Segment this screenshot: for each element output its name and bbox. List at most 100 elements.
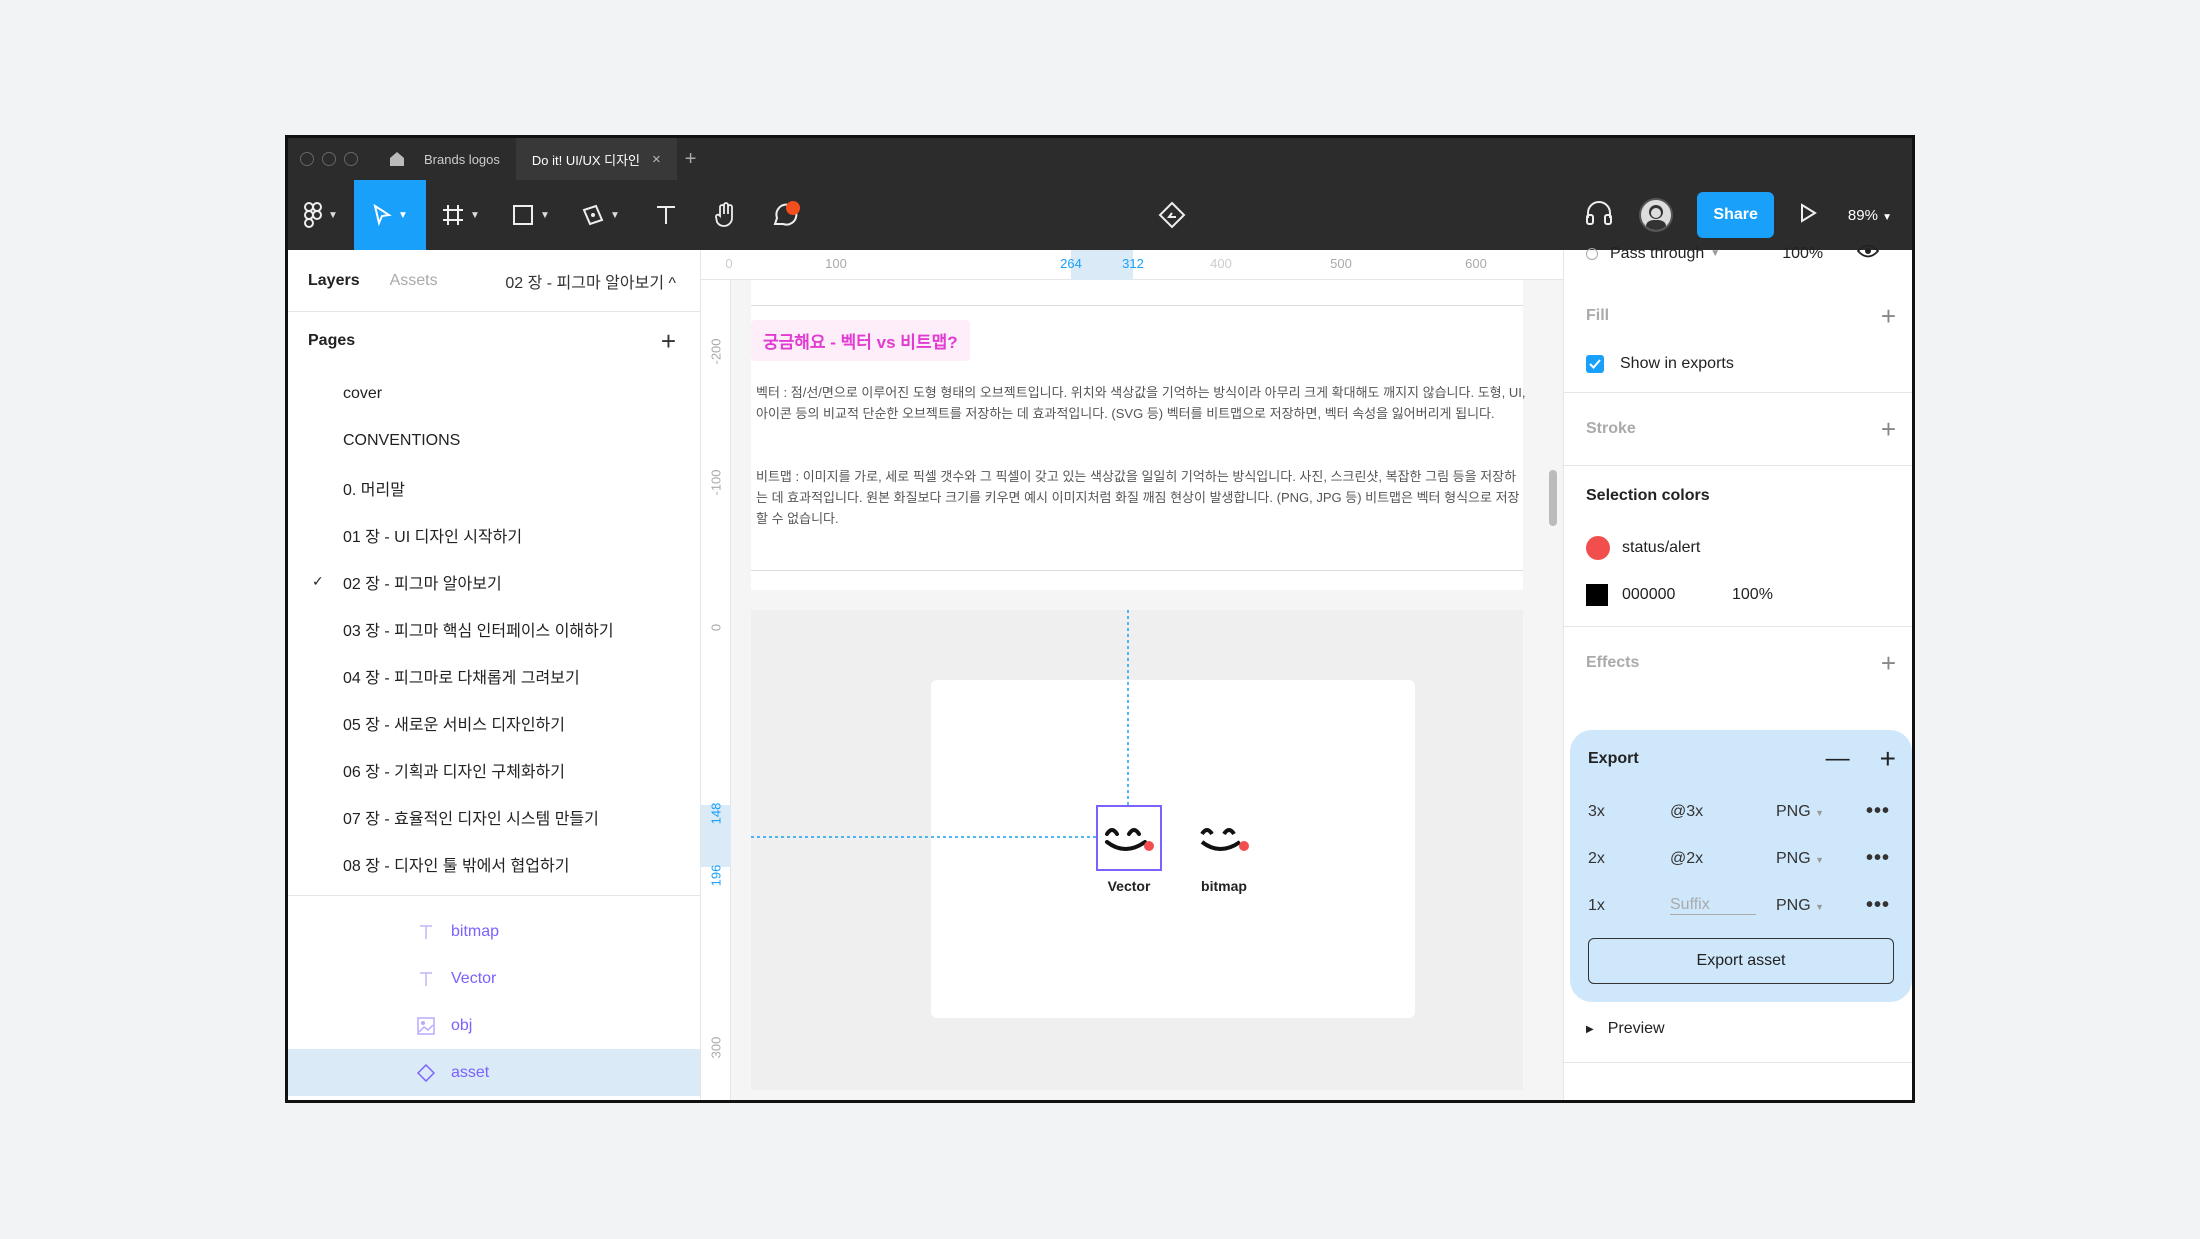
page-item-ch04[interactable]: 04 장 - 피그마로 다채롭게 그려보기 <box>288 652 700 699</box>
page-item-ch01[interactable]: 01 장 - UI 디자인 시작하기 <box>288 511 700 558</box>
selection-color-row[interactable]: status/alert <box>1564 526 1912 570</box>
more-options-icon[interactable]: ••• <box>1866 800 1890 823</box>
page-item-preface[interactable]: 0. 머리말 <box>288 464 700 511</box>
tab-brands-logos[interactable]: Brands logos <box>408 138 516 180</box>
layer-opacity[interactable]: 100% <box>1782 245 1823 263</box>
ruler-tick-selected: 264 <box>1060 256 1082 271</box>
comment-tool-button[interactable] <box>756 180 816 250</box>
left-panel: Layers Assets 02 장 - 피그마 알아보기 ^ Pages + … <box>288 250 701 1100</box>
page-item-ch08[interactable]: 08 장 - 디자인 툴 밖에서 협업하기 <box>288 840 700 887</box>
comment-bubble-icon <box>773 201 800 226</box>
shape-tool-button[interactable]: ▼ <box>496 180 566 250</box>
export-scale[interactable]: 1x <box>1588 897 1670 915</box>
export-scale[interactable]: 2x <box>1588 850 1670 868</box>
preview-toggle[interactable]: ▶ Preview <box>1586 1020 1665 1038</box>
ruler-tick: -100 <box>708 469 724 496</box>
export-row-1x: 1x Suffix PNG ▼ ••• <box>1570 882 1912 929</box>
move-tool-button[interactable]: ▼ <box>354 180 426 250</box>
export-scale[interactable]: 3x <box>1588 803 1670 821</box>
fill-header: Fill + <box>1564 288 1912 344</box>
add-fill-icon[interactable]: + <box>1881 301 1896 332</box>
blend-mode-dropdown[interactable]: Pass through <box>1610 245 1704 263</box>
tab-doit[interactable]: Do it! UI/UX 디자인 × <box>515 138 677 180</box>
hand-tool-button[interactable] <box>696 180 756 250</box>
more-options-icon[interactable]: ••• <box>1866 894 1890 917</box>
add-tab-icon[interactable]: + <box>685 148 697 171</box>
more-options-icon[interactable]: ••• <box>1866 847 1890 870</box>
color-hex-value[interactable]: 000000 <box>1622 586 1732 604</box>
tab-assets[interactable]: Assets <box>390 272 438 290</box>
layer-bitmap[interactable]: bitmap <box>288 908 700 955</box>
pen-tool-button[interactable]: ▼ <box>566 180 636 250</box>
window-zoom-dot[interactable] <box>344 152 358 166</box>
page-item-conventions[interactable]: CONVENTIONS <box>288 417 700 464</box>
color-swatch-alert[interactable] <box>1586 536 1610 560</box>
frame-tool-button[interactable]: ▼ <box>426 180 496 250</box>
export-format: PNG <box>1776 802 1811 820</box>
canvas-scrollbar[interactable] <box>1549 470 1557 526</box>
page-label: 0. 머리말 <box>343 481 405 499</box>
audio-headphones-icon[interactable] <box>1585 200 1613 231</box>
layer-label: obj <box>451 1016 473 1034</box>
layer-asset[interactable]: asset <box>288 1049 700 1096</box>
selection-color-row[interactable]: 000000 100% <box>1564 570 1912 620</box>
tab-bar: Brands logos Do it! UI/UX 디자인 × + <box>288 138 1912 180</box>
ruler-tick: 500 <box>1330 256 1352 271</box>
checkbox-checked-icon[interactable] <box>1586 355 1604 373</box>
smile-face-vector-icon <box>1105 828 1154 851</box>
ruler-tick: 0 <box>708 623 724 632</box>
window-minimize-dot[interactable] <box>322 152 336 166</box>
page-selector[interactable]: 02 장 - 피그마 알아보기 ^ <box>505 269 676 293</box>
pages-title: Pages <box>308 332 356 349</box>
page-item-ch02[interactable]: ✓ 02 장 - 피그마 알아보기 <box>288 558 700 605</box>
export-format-dropdown[interactable]: PNG ▼ <box>1776 803 1824 821</box>
remove-export-icon[interactable]: — <box>1826 745 1850 773</box>
color-swatch-black[interactable] <box>1586 584 1608 606</box>
page-item-ch05[interactable]: 05 장 - 새로운 서비스 디자인하기 <box>288 699 700 746</box>
add-effect-icon[interactable]: + <box>1881 648 1896 679</box>
text-t-icon <box>657 206 675 224</box>
add-export-icon[interactable]: + <box>1880 743 1896 775</box>
color-opacity[interactable]: 100% <box>1732 586 1773 604</box>
window-close-dot[interactable] <box>300 152 314 166</box>
component-tools[interactable] <box>1158 180 1186 250</box>
show-in-exports-row[interactable]: Show in exports <box>1564 344 1912 384</box>
layer-obj[interactable]: obj <box>288 1002 700 1049</box>
page-label: CONVENTIONS <box>343 431 461 449</box>
page-label: 05 장 - 새로운 서비스 디자인하기 <box>343 716 565 734</box>
avatar[interactable] <box>1639 198 1674 232</box>
home-icon[interactable] <box>386 148 408 170</box>
left-panel-tabs: Layers Assets 02 장 - 피그마 알아보기 ^ <box>288 250 700 312</box>
canvas[interactable]: 궁금해요 - 벡터 vs 비트맵? 벡터 : 점/선/면으로 이루어진 도형 형… <box>731 280 1563 1100</box>
page-item-cover[interactable]: cover <box>288 370 700 417</box>
vector-asset-selected[interactable] <box>1096 805 1162 871</box>
text-tool-button[interactable] <box>636 180 696 250</box>
page-label: 01 장 - UI 디자인 시작하기 <box>343 528 523 546</box>
layer-vector[interactable]: Vector <box>288 955 700 1002</box>
export-asset-button[interactable]: Export asset <box>1588 938 1894 984</box>
effects-title: Effects <box>1586 654 1640 671</box>
selection-colors-header: Selection colors <box>1564 466 1912 526</box>
export-suffix[interactable]: @3x <box>1670 803 1776 821</box>
doc-frame: 궁금해요 - 벡터 vs 비트맵? 벡터 : 점/선/면으로 이루어진 도형 형… <box>751 280 1525 590</box>
bitmap-asset[interactable] <box>1191 810 1257 870</box>
zoom-dropdown[interactable]: 89% ▼ <box>1848 207 1892 224</box>
eye-visibility-icon[interactable] <box>1856 244 1880 263</box>
export-suffix[interactable]: @2x <box>1670 850 1776 868</box>
export-format-dropdown[interactable]: PNG ▼ <box>1776 850 1824 868</box>
stroke-title: Stroke <box>1586 420 1636 437</box>
present-play-icon[interactable] <box>1798 202 1818 229</box>
page-item-ch03[interactable]: 03 장 - 피그마 핵심 인터페이스 이해하기 <box>288 605 700 652</box>
page-item-ch06[interactable]: 06 장 - 기획과 디자인 구체화하기 <box>288 746 700 793</box>
main-menu-button[interactable]: ▼ <box>288 180 354 250</box>
tab-layers[interactable]: Layers <box>308 272 360 290</box>
add-stroke-icon[interactable]: + <box>1881 414 1896 445</box>
export-suffix-input[interactable]: Suffix <box>1670 896 1756 915</box>
page-item-ch07[interactable]: 07 장 - 효율적인 디자인 시스템 만들기 <box>288 793 700 840</box>
hand-icon <box>715 202 733 227</box>
toolbar: ▼ ▼ ▼ ▼ ▼ Share 89% ▼ <box>288 180 1912 250</box>
close-tab-icon[interactable]: × <box>652 151 661 168</box>
export-format-dropdown[interactable]: PNG ▼ <box>1776 897 1824 915</box>
share-button[interactable]: Share <box>1697 192 1774 238</box>
add-page-icon[interactable]: + <box>661 326 676 357</box>
